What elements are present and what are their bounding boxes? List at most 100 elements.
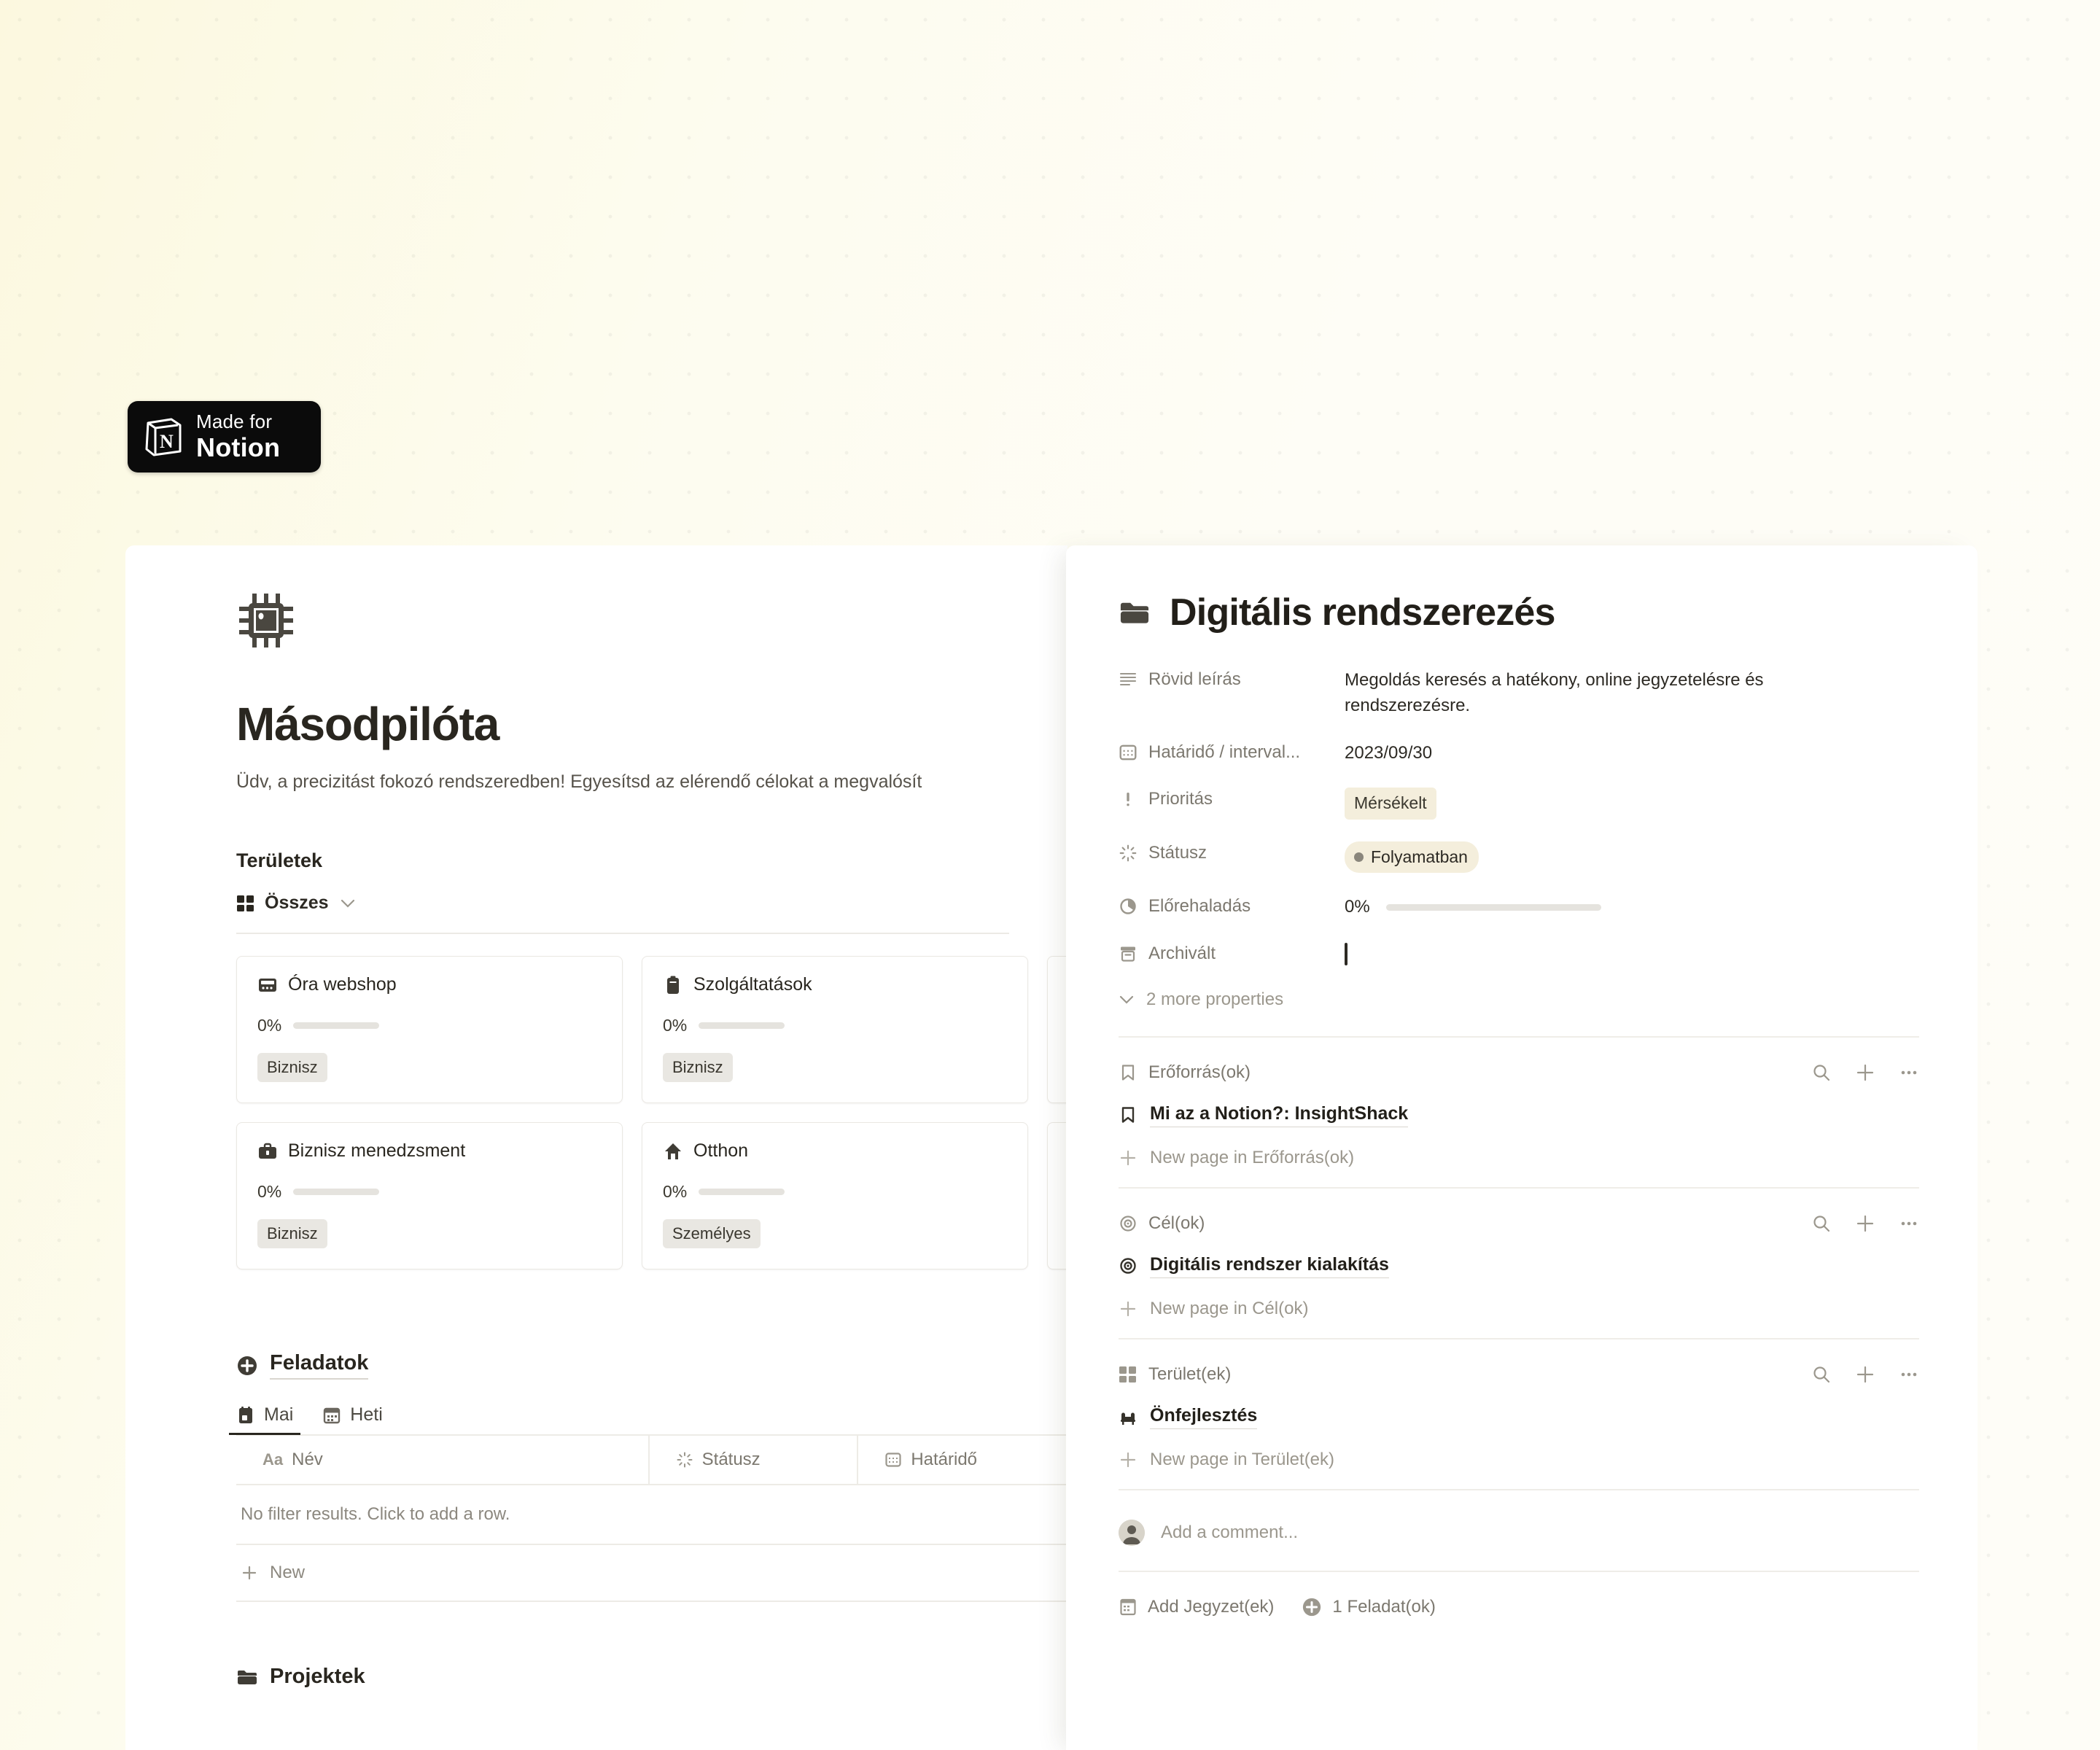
folder-icon: [236, 1666, 258, 1688]
detail-page-title: Digitális rendszerezés: [1170, 591, 1555, 634]
tab-heti[interactable]: Heti: [322, 1404, 383, 1434]
more-properties-toggle[interactable]: 2 more properties: [1119, 989, 1919, 1010]
plus-circle-icon: [236, 1355, 258, 1377]
column-header-hatarido[interactable]: Határidő: [858, 1435, 1068, 1485]
status-badge: Folyamatban: [1345, 841, 1479, 874]
property-row-rovid-leiras[interactable]: Rövid leírás Megoldás keresés a hatékony…: [1119, 668, 1919, 719]
search-icon[interactable]: [1811, 1364, 1832, 1385]
property-value: 2023/09/30: [1345, 742, 1433, 763]
table-new-row-button[interactable]: New: [236, 1545, 1068, 1602]
add-jegyzet-label: Add Jegyzet(ek): [1148, 1596, 1275, 1617]
area-card-tag: Biznisz: [257, 1053, 327, 1082]
status-badge-label: Folyamatban: [1371, 847, 1468, 866]
plus-icon[interactable]: [1855, 1062, 1875, 1083]
property-row-statusz[interactable]: Státusz Folyamatban: [1119, 841, 1919, 874]
note-icon: [1119, 1598, 1138, 1617]
areas-heading: Területek: [236, 849, 323, 871]
relation-item[interactable]: Digitális rendszer kialakítás: [1119, 1254, 1919, 1278]
relation-new-page-label: New page in Erőforrás(ok): [1150, 1147, 1355, 1167]
relation-label: Cél(ok): [1148, 1213, 1205, 1233]
notion-logo-icon: N: [144, 416, 183, 458]
relation-block-terulet: Terület(ek) Önfejlesztés New page in Ter…: [1119, 1339, 1919, 1489]
more-properties-label: 2 more properties: [1146, 989, 1284, 1009]
comment-input-row[interactable]: Add a comment...: [1119, 1490, 1919, 1571]
add-jegyzet-button[interactable]: Add Jegyzet(ek): [1119, 1597, 1274, 1617]
tasks-heading-row: Feladatok: [236, 1351, 1068, 1380]
search-icon[interactable]: [1811, 1062, 1832, 1083]
column-header-hatarido-label: Határidő: [911, 1450, 978, 1469]
property-row-hatarido[interactable]: Határidő / interval... 2023/09/30: [1119, 741, 1919, 766]
areas-card-grid: Óra webshop 0% Biznisz Szolgáltatások 0%…: [236, 956, 1068, 1288]
feladatok-count-button[interactable]: 1 Feladat(ok): [1302, 1597, 1436, 1617]
area-card[interactable]: [1047, 1122, 1068, 1269]
relation-new-page-button[interactable]: New page in Cél(ok): [1119, 1299, 1919, 1319]
status-dot-icon: [1354, 852, 1364, 862]
property-row-prioritas[interactable]: Prioritás Mérsékelt: [1119, 788, 1919, 820]
armchair-icon: [1119, 1407, 1138, 1426]
briefcase-icon: [257, 1141, 278, 1162]
property-row-elorehaladas[interactable]: Előrehaladás 0%: [1119, 895, 1919, 920]
area-card-tag: Személyes: [663, 1219, 761, 1248]
progress-pie-icon: [1119, 897, 1138, 916]
area-card[interactable]: Szolgáltatások 0% Biznisz: [642, 956, 1028, 1103]
status-spinner-icon: [1119, 844, 1138, 863]
relation-item[interactable]: Önfejlesztés: [1119, 1405, 1919, 1429]
plus-icon: [1119, 1299, 1138, 1318]
progress-bar: [293, 1189, 380, 1195]
ellipsis-icon[interactable]: [1899, 1364, 1919, 1385]
relation-new-page-button[interactable]: New page in Erőforrás(ok): [1119, 1148, 1919, 1168]
text-lines-icon: [1119, 670, 1138, 689]
area-card-progress: 0%: [663, 1016, 688, 1035]
calculator-icon: [257, 975, 278, 995]
area-card-progress: 0%: [663, 1182, 688, 1201]
folder-icon: [1119, 596, 1151, 629]
plus-icon: [1119, 1148, 1138, 1167]
clipboard-icon: [663, 975, 683, 995]
column-header-statusz-label: Státusz: [701, 1450, 761, 1469]
area-card[interactable]: [1047, 956, 1068, 1103]
relation-item[interactable]: Mi az a Notion?: InsightShack: [1119, 1103, 1919, 1127]
area-card[interactable]: Biznisz menedzsment 0% Biznisz: [236, 1122, 623, 1269]
table-empty-message[interactable]: No filter results. Click to add a row.: [236, 1485, 1068, 1545]
tasks-heading: Feladatok: [270, 1351, 369, 1380]
plus-icon[interactable]: [1855, 1364, 1875, 1385]
relation-item-label: Mi az a Notion?: InsightShack: [1150, 1103, 1409, 1127]
target-icon: [1119, 1214, 1138, 1233]
areas-view-selector[interactable]: Összes: [236, 892, 1009, 914]
areas-divider: [236, 933, 1009, 934]
plus-icon[interactable]: [1855, 1213, 1875, 1234]
archive-icon: [1119, 944, 1138, 963]
area-card-title: Biznisz menedzsment: [288, 1140, 466, 1161]
ellipsis-icon[interactable]: [1899, 1062, 1919, 1083]
area-card[interactable]: Otthon 0% Személyes: [642, 1122, 1028, 1269]
left-page-panel: Másodpilóta Üdv, a precizitást fokozó re…: [125, 545, 1068, 1750]
gallery-view-icon: [236, 894, 255, 913]
area-card-title: Otthon: [693, 1140, 749, 1161]
property-label: Archivált: [1148, 943, 1216, 963]
area-card-progress: 0%: [257, 1016, 282, 1035]
relation-new-page-button[interactable]: New page in Terület(ek): [1119, 1450, 1919, 1470]
column-header-nev[interactable]: Aa Név: [236, 1435, 650, 1485]
projects-heading-row[interactable]: Projektek: [236, 1665, 1068, 1689]
column-header-statusz[interactable]: Státusz: [650, 1435, 859, 1485]
bookmark-icon: [1119, 1063, 1138, 1082]
property-row-archivalt[interactable]: Archivált: [1119, 942, 1919, 968]
ellipsis-icon[interactable]: [1899, 1213, 1919, 1234]
property-label: Előrehaladás: [1148, 896, 1251, 917]
relation-label: Terület(ek): [1148, 1364, 1232, 1384]
search-icon[interactable]: [1811, 1213, 1832, 1234]
property-list: Rövid leírás Megoldás keresés a hatékony…: [1119, 668, 1919, 1010]
calendar-week-icon: [322, 1406, 341, 1425]
tab-mai-label: Mai: [264, 1404, 294, 1425]
gallery-view-icon: [1119, 1365, 1138, 1384]
chevron-down-icon: [1119, 995, 1135, 1005]
area-card[interactable]: Óra webshop 0% Biznisz: [236, 956, 623, 1103]
tab-mai[interactable]: Mai: [228, 1404, 301, 1435]
archived-checkbox[interactable]: [1345, 942, 1348, 965]
home-icon: [663, 1141, 683, 1162]
status-spinner-icon: [676, 1451, 693, 1469]
progress-bar: [1385, 903, 1601, 911]
area-card-progress: 0%: [257, 1182, 282, 1201]
plus-icon: [241, 1564, 258, 1582]
progress-bar: [699, 1022, 785, 1029]
